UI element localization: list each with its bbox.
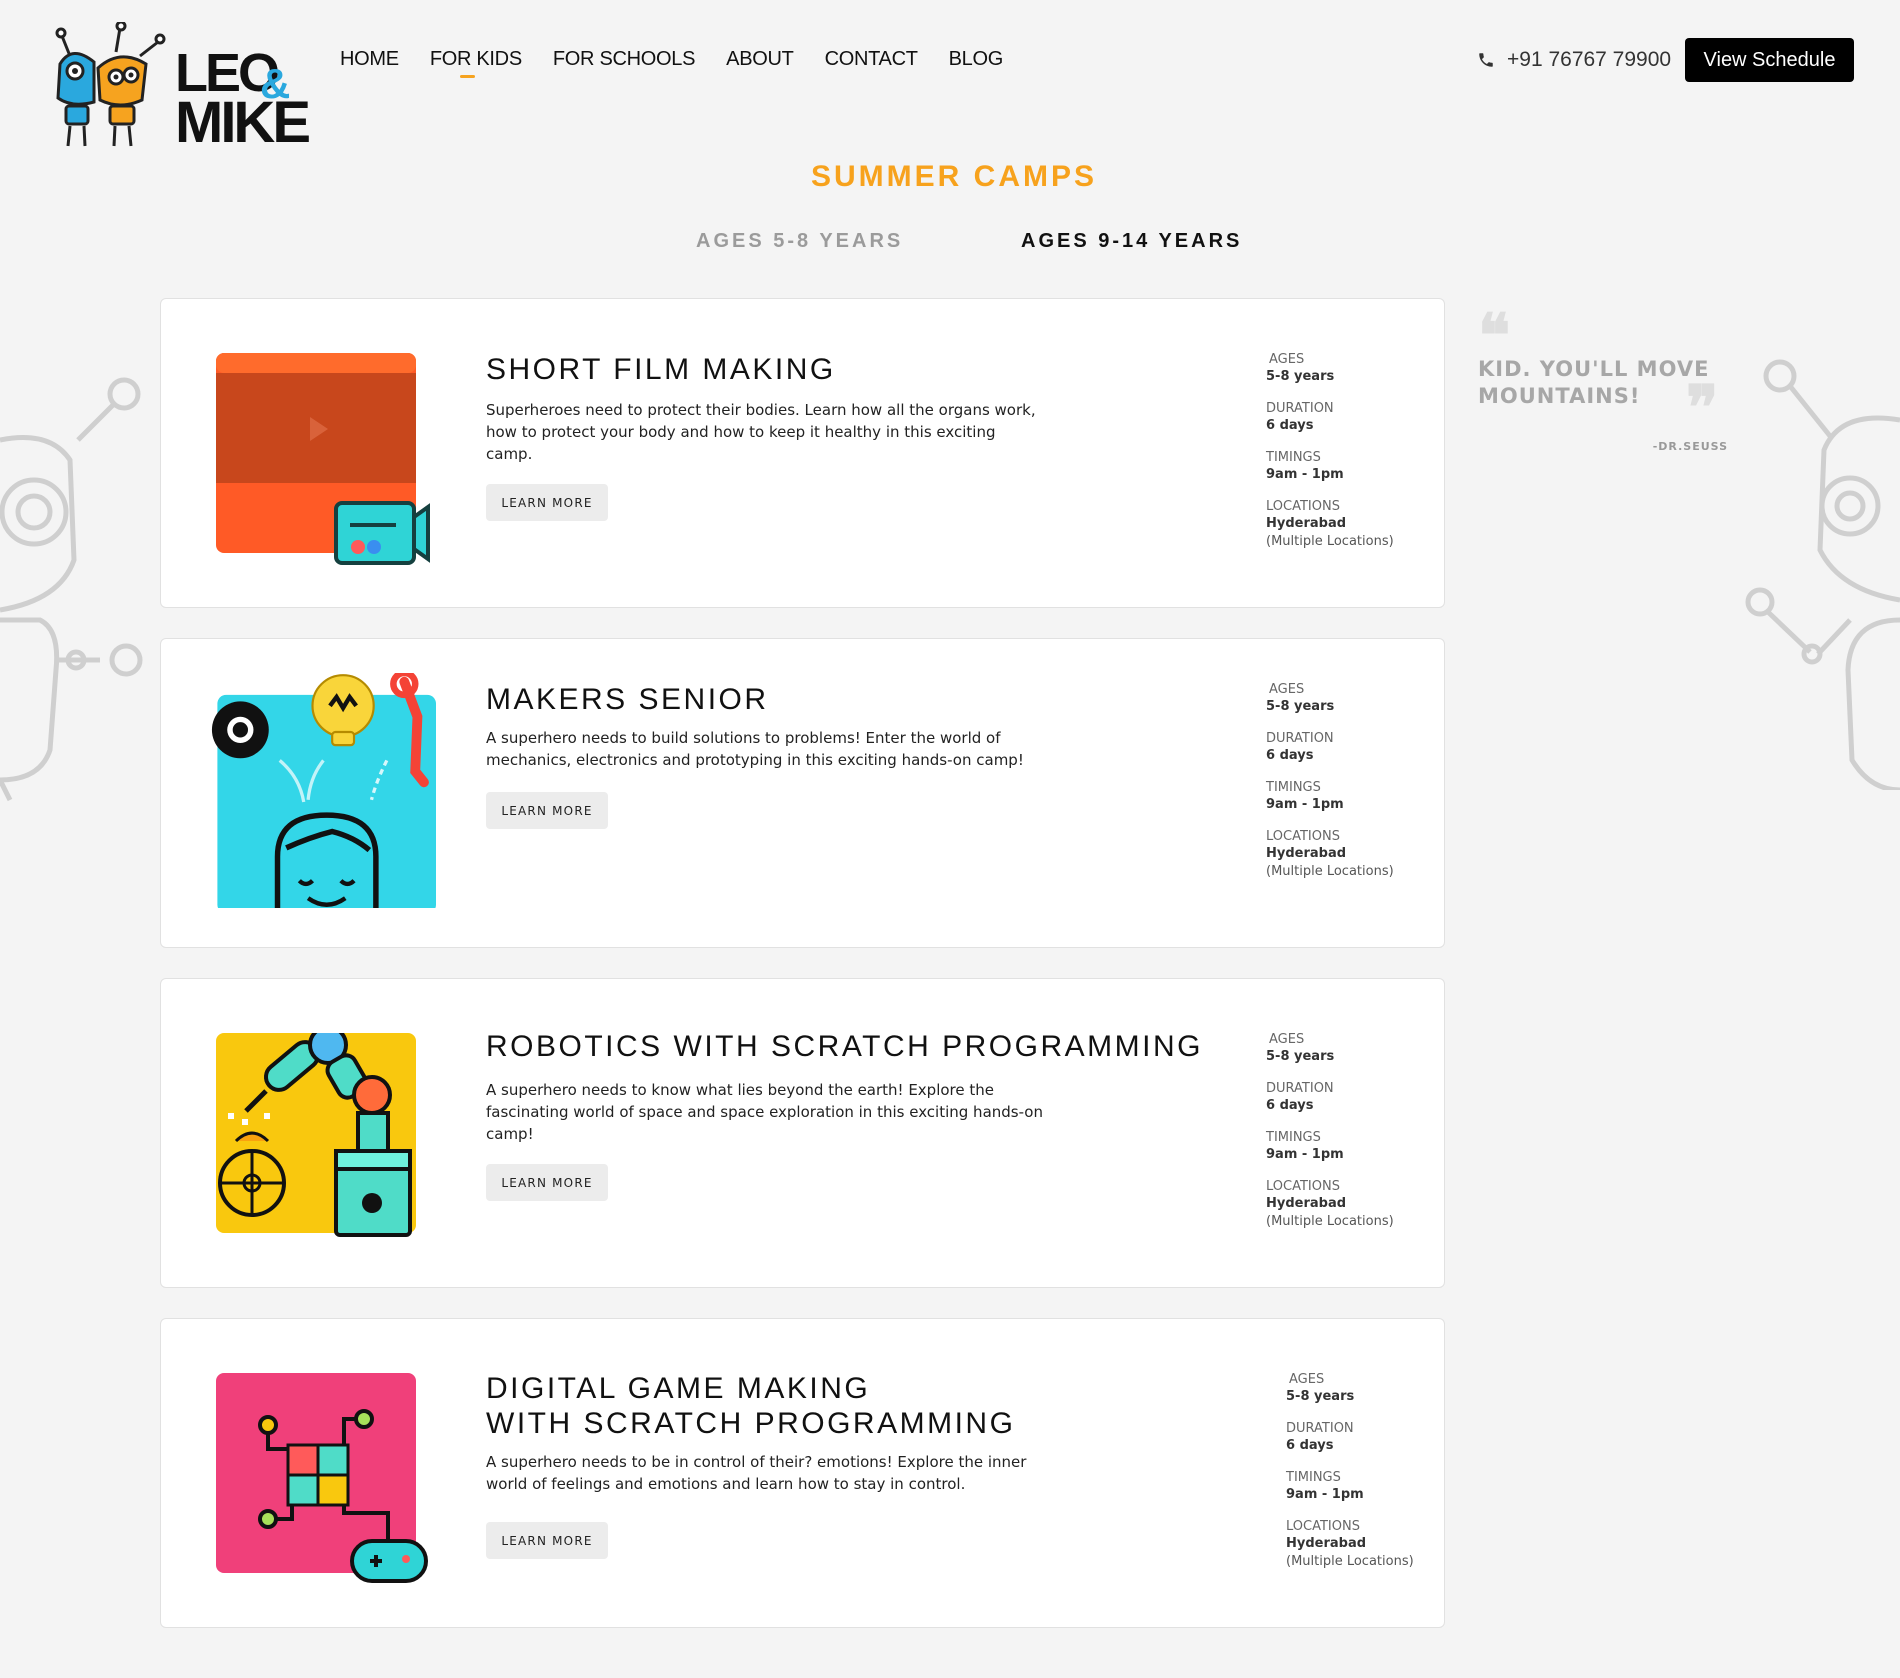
robots-mascot-icon bbox=[55, 22, 166, 147]
maker-kid-icon bbox=[211, 673, 436, 908]
phone-number: +91 76767 79900 bbox=[1507, 48, 1672, 71]
meta-locations-label: LOCATIONS bbox=[1266, 829, 1340, 844]
puzzle-gamepad-icon bbox=[216, 1373, 428, 1583]
camp-card-digital-game: DIGITAL GAME MAKING WITH SCRATCH PROGRAM… bbox=[160, 1318, 1445, 1628]
meta-timings-value: 9am - 1pm bbox=[1266, 467, 1344, 482]
meta-location-value: Hyderabad bbox=[1266, 516, 1347, 531]
card-title: ROBOTICS WITH SCRATCH PROGRAMMING bbox=[486, 1030, 1203, 1063]
tab-ages-5-8[interactable]: AGES 5-8 YEARS bbox=[696, 230, 903, 253]
meta-timings-label: TIMINGS bbox=[1266, 780, 1321, 795]
camp-card-robotics: ROBOTICS WITH SCRATCH PROGRAMMING A supe… bbox=[160, 978, 1445, 1288]
robot-arm-icon bbox=[216, 1033, 416, 1237]
camp-card-short-film: SHORT FILM MAKING Superheroes need to pr… bbox=[160, 298, 1445, 608]
logo-ampersand: & bbox=[260, 60, 291, 107]
meta-timings-label: TIMINGS bbox=[1266, 450, 1321, 465]
nav-blog[interactable]: BLOG bbox=[949, 48, 1004, 71]
meta-timings-label: TIMINGS bbox=[1286, 1470, 1341, 1485]
learn-more-button[interactable]: LEARN MORE bbox=[486, 484, 608, 521]
meta-ages-label: AGES bbox=[1269, 352, 1305, 367]
card-description: Superheroes need to protect their bodies… bbox=[486, 401, 1036, 463]
card-title: SHORT FILM MAKING bbox=[486, 353, 836, 386]
meta-location-value: Hyderabad bbox=[1266, 1196, 1347, 1211]
card-description: A superhero needs to know what lies beyo… bbox=[486, 1081, 1043, 1143]
meta-locations-label: LOCATIONS bbox=[1266, 499, 1340, 514]
learn-more-button[interactable]: LEARN MORE bbox=[486, 1164, 608, 1201]
meta-timings-value: 9am - 1pm bbox=[1266, 797, 1344, 812]
card-meta: AGES 5-8 years DURATION 6 days TIMINGS 9am … bbox=[1266, 681, 1394, 895]
learn-more-button[interactable]: LEARN MORE bbox=[486, 1522, 608, 1559]
phone-contact[interactable]: +91 76767 79900 bbox=[1477, 48, 1671, 72]
page-title: SUMMER CAMPS bbox=[810, 160, 1097, 193]
meta-duration-value: 6 days bbox=[1266, 1098, 1314, 1113]
card-title: MAKERS SENIOR bbox=[486, 683, 769, 716]
robot-outline-right-icon bbox=[1745, 359, 1900, 790]
meta-timings-label: TIMINGS bbox=[1266, 1130, 1321, 1145]
card-meta: AGES 5-8 years DURATION 6 days TIMINGS 9am … bbox=[1266, 1031, 1394, 1245]
meta-duration-value: 6 days bbox=[1266, 748, 1314, 763]
tab-ages-9-14[interactable]: AGES 9-14 YEARS bbox=[1021, 230, 1242, 253]
meta-ages-value: 5-8 years bbox=[1266, 699, 1335, 714]
card-description: A superhero needs to build solutions to … bbox=[486, 729, 1024, 769]
phone-icon bbox=[1479, 53, 1493, 67]
meta-timings-value: 9am - 1pm bbox=[1286, 1487, 1364, 1502]
meta-locations-label: LOCATIONS bbox=[1286, 1519, 1360, 1534]
nav-about[interactable]: ABOUT bbox=[726, 48, 794, 71]
meta-location-note: (Multiple Locations) bbox=[1286, 1554, 1414, 1569]
nav-home[interactable]: HOME bbox=[340, 48, 399, 71]
meta-location-note: (Multiple Locations) bbox=[1266, 1214, 1394, 1229]
meta-ages-label: AGES bbox=[1269, 682, 1305, 697]
meta-location-note: (Multiple Locations) bbox=[1266, 864, 1394, 879]
meta-duration-label: DURATION bbox=[1266, 1081, 1334, 1096]
card-meta: AGES 5-8 years DURATION 6 days TIMINGS 9am … bbox=[1266, 351, 1394, 565]
meta-ages-value: 5-8 years bbox=[1286, 1389, 1355, 1404]
meta-location-value: Hyderabad bbox=[1286, 1536, 1367, 1551]
nav-contact[interactable]: CONTACT bbox=[825, 48, 918, 71]
quote-block: ❝ ❞ KID. YOU'LL MOVE MOUNTAINS! -DR.SEUS… bbox=[1478, 306, 1748, 453]
quote-text: KID. YOU'LL MOVE MOUNTAINS! bbox=[1478, 357, 1710, 408]
meta-duration-value: 6 days bbox=[1286, 1438, 1334, 1453]
meta-ages-label: AGES bbox=[1289, 1372, 1325, 1387]
meta-ages-label: AGES bbox=[1269, 1032, 1305, 1047]
card-description: A superhero needs to be in control of th… bbox=[486, 1453, 1027, 1493]
meta-ages-value: 5-8 years bbox=[1266, 369, 1335, 384]
meta-duration-label: DURATION bbox=[1286, 1421, 1354, 1436]
meta-location-note: (Multiple Locations) bbox=[1266, 534, 1394, 549]
meta-duration-label: DURATION bbox=[1266, 731, 1334, 746]
card-meta: AGES 5-8 years DURATION 6 days TIMINGS 9am … bbox=[1286, 1371, 1414, 1585]
meta-location-value: Hyderabad bbox=[1266, 846, 1347, 861]
film-camera-icon bbox=[216, 353, 430, 565]
logo[interactable]: LEO MIKE & bbox=[54, 22, 311, 157]
view-schedule-button[interactable]: View Schedule bbox=[1685, 38, 1854, 82]
learn-more-button[interactable]: LEARN MORE bbox=[486, 792, 608, 829]
meta-timings-value: 9am - 1pm bbox=[1266, 1147, 1344, 1162]
quote-author: -DR.SEUSS bbox=[1652, 440, 1728, 453]
card-title: DIGITAL GAME MAKING bbox=[486, 1372, 871, 1405]
meta-duration-label: DURATION bbox=[1266, 401, 1334, 416]
robot-outline-left-icon bbox=[0, 377, 143, 802]
nav-for-kids[interactable]: FOR KIDS bbox=[430, 48, 522, 78]
meta-locations-label: LOCATIONS bbox=[1266, 1179, 1340, 1194]
main-nav: HOME FOR KIDS FOR SCHOOLS ABOUT CONTACT … bbox=[340, 48, 1004, 78]
camp-card-makers-senior: MAKERS SENIOR A superhero needs to build… bbox=[160, 638, 1445, 948]
nav-for-schools[interactable]: FOR SCHOOLS bbox=[553, 48, 696, 71]
meta-duration-value: 6 days bbox=[1266, 418, 1314, 433]
meta-ages-value: 5-8 years bbox=[1266, 1049, 1335, 1064]
card-title-line2: WITH SCRATCH PROGRAMMING bbox=[486, 1407, 1016, 1440]
